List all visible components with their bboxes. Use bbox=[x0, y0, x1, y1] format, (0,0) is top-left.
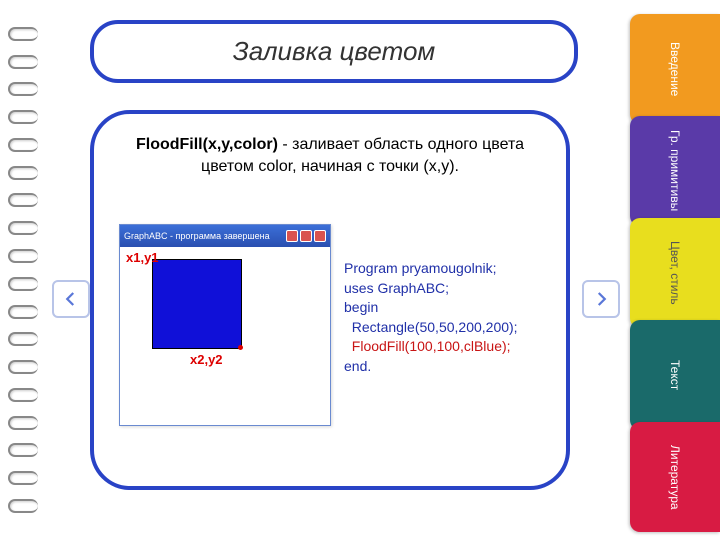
window-title-text: GraphABC - программа завершена bbox=[124, 231, 270, 241]
tab-primitives[interactable]: Гр. примитивы bbox=[630, 116, 720, 226]
label-p2: x2,y2 bbox=[190, 353, 223, 367]
tab-intro[interactable]: Введение bbox=[630, 14, 720, 124]
chevron-left-icon bbox=[62, 290, 80, 308]
code-line: FloodFill(100,100,clBlue); bbox=[344, 337, 518, 357]
page-title: Заливка цветом bbox=[233, 36, 435, 67]
desc-bold: FloodFill(x,y,color) bbox=[136, 136, 278, 153]
tab-lit[interactable]: Литература bbox=[630, 422, 720, 532]
tab-text[interactable]: Текст bbox=[630, 320, 720, 430]
window-buttons bbox=[286, 230, 326, 242]
chevron-right-icon bbox=[592, 290, 610, 308]
side-tabs: Введение Гр. примитивы Цвет, стиль Текст… bbox=[630, 14, 720, 524]
description: FloodFill(x,y,color) - заливает область … bbox=[119, 134, 541, 177]
dot-p2 bbox=[238, 345, 243, 350]
spiral-binding bbox=[8, 20, 48, 520]
blue-square bbox=[152, 259, 242, 349]
tab-color[interactable]: Цвет, стиль bbox=[630, 218, 720, 328]
code-line: begin bbox=[344, 298, 518, 318]
content-panel: FloodFill(x,y,color) - заливает область … bbox=[90, 110, 570, 490]
next-button[interactable] bbox=[582, 280, 620, 318]
prev-button[interactable] bbox=[52, 280, 90, 318]
label-p1: x1,y1 bbox=[126, 251, 159, 265]
window-titlebar: GraphABC - программа завершена bbox=[120, 225, 330, 247]
code-listing: Program pryamougolnik; uses GraphABC; be… bbox=[344, 259, 518, 377]
code-line: uses GraphABC; bbox=[344, 279, 518, 299]
code-line: Program pryamougolnik; bbox=[344, 259, 518, 279]
example-window: GraphABC - программа завершена x1,y1 x2,… bbox=[119, 224, 331, 426]
page-title-box: Заливка цветом bbox=[90, 20, 578, 83]
code-line: end. bbox=[344, 357, 518, 377]
code-line: Rectangle(50,50,200,200); bbox=[344, 318, 518, 338]
